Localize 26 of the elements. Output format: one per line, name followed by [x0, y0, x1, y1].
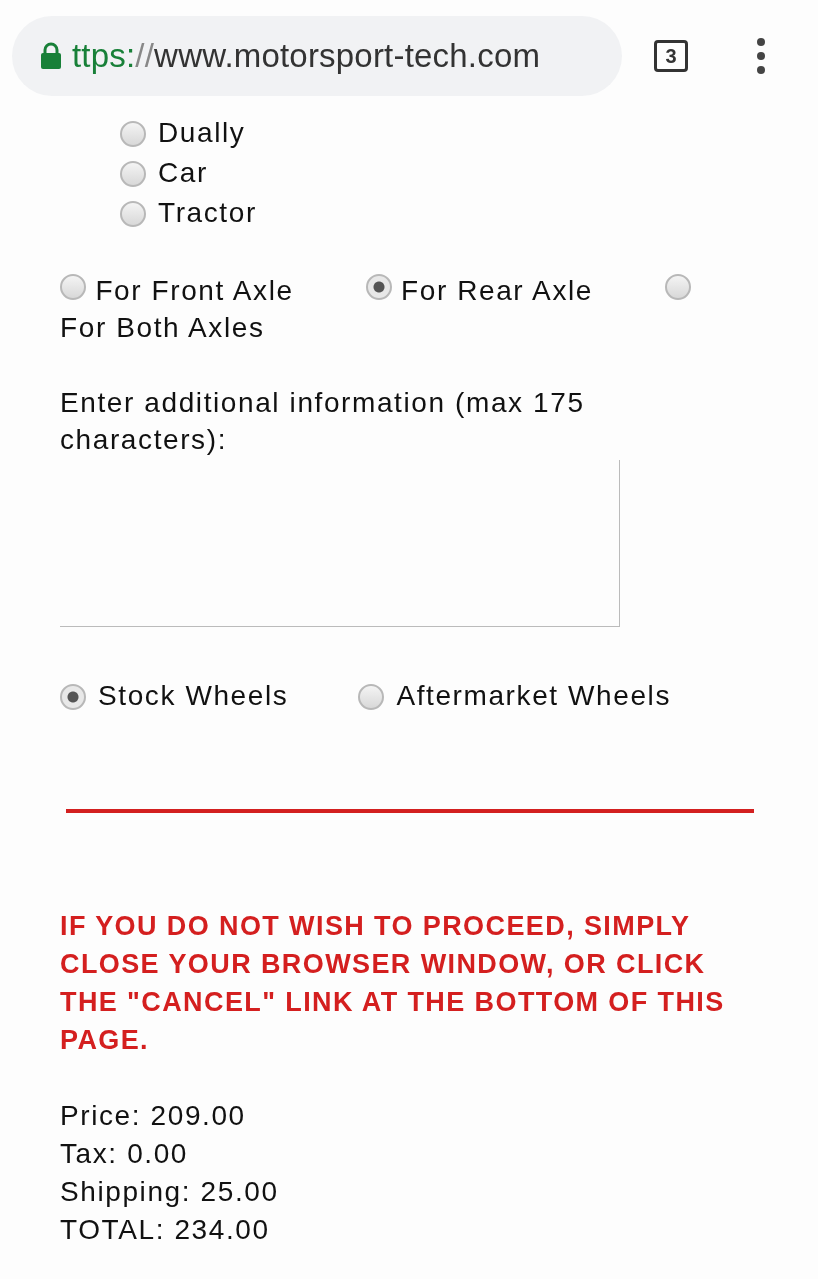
option-label: Aftermarket Wheels — [396, 679, 672, 713]
warning-text: IF YOU DO NOT WISH TO PROCEED, SIMPLY CLOSE YOUR BROWSER WINDOW, OR CLICK THE "CANCEL" LINK AT THE BOTTOM OF THIS PAGE. — [60, 910, 726, 1057]
option-label: For Both Axles — [60, 312, 265, 343]
radio-button[interactable] — [60, 274, 86, 300]
option-label: Dually — [158, 116, 246, 150]
radio-button[interactable] — [358, 684, 385, 710]
radio-button[interactable] — [120, 201, 146, 227]
option-label: Tractor — [158, 196, 257, 230]
summary-line: Tax: 0.00 — [60, 1137, 190, 1171]
radio-button[interactable] — [120, 121, 146, 147]
option-label: For Rear Axle — [401, 275, 593, 306]
radio-button[interactable] — [665, 274, 691, 300]
radio-button[interactable] — [365, 274, 392, 300]
menu-icon[interactable] — [756, 38, 766, 74]
option-label: Car — [158, 156, 208, 190]
tab-count-button[interactable]: 3 — [654, 40, 688, 72]
summary-line: Shipping: 25.00 — [60, 1175, 280, 1209]
summary-line: TOTAL: 234.00 — [60, 1213, 271, 1247]
field-label: Enter additional information (max 175 characters): — [60, 386, 586, 457]
radio-button[interactable] — [120, 161, 146, 187]
option-label: For Front Axle — [95, 275, 294, 306]
summary-line: Price: 209.00 — [60, 1099, 247, 1133]
address-bar[interactable]: ttps://www.motorsport-tech.com — [12, 16, 622, 96]
radio-button[interactable] — [60, 684, 86, 710]
option-label: Stock Wheels — [98, 679, 289, 713]
url-text: ttps://www.motorsport-tech.com — [72, 37, 541, 75]
